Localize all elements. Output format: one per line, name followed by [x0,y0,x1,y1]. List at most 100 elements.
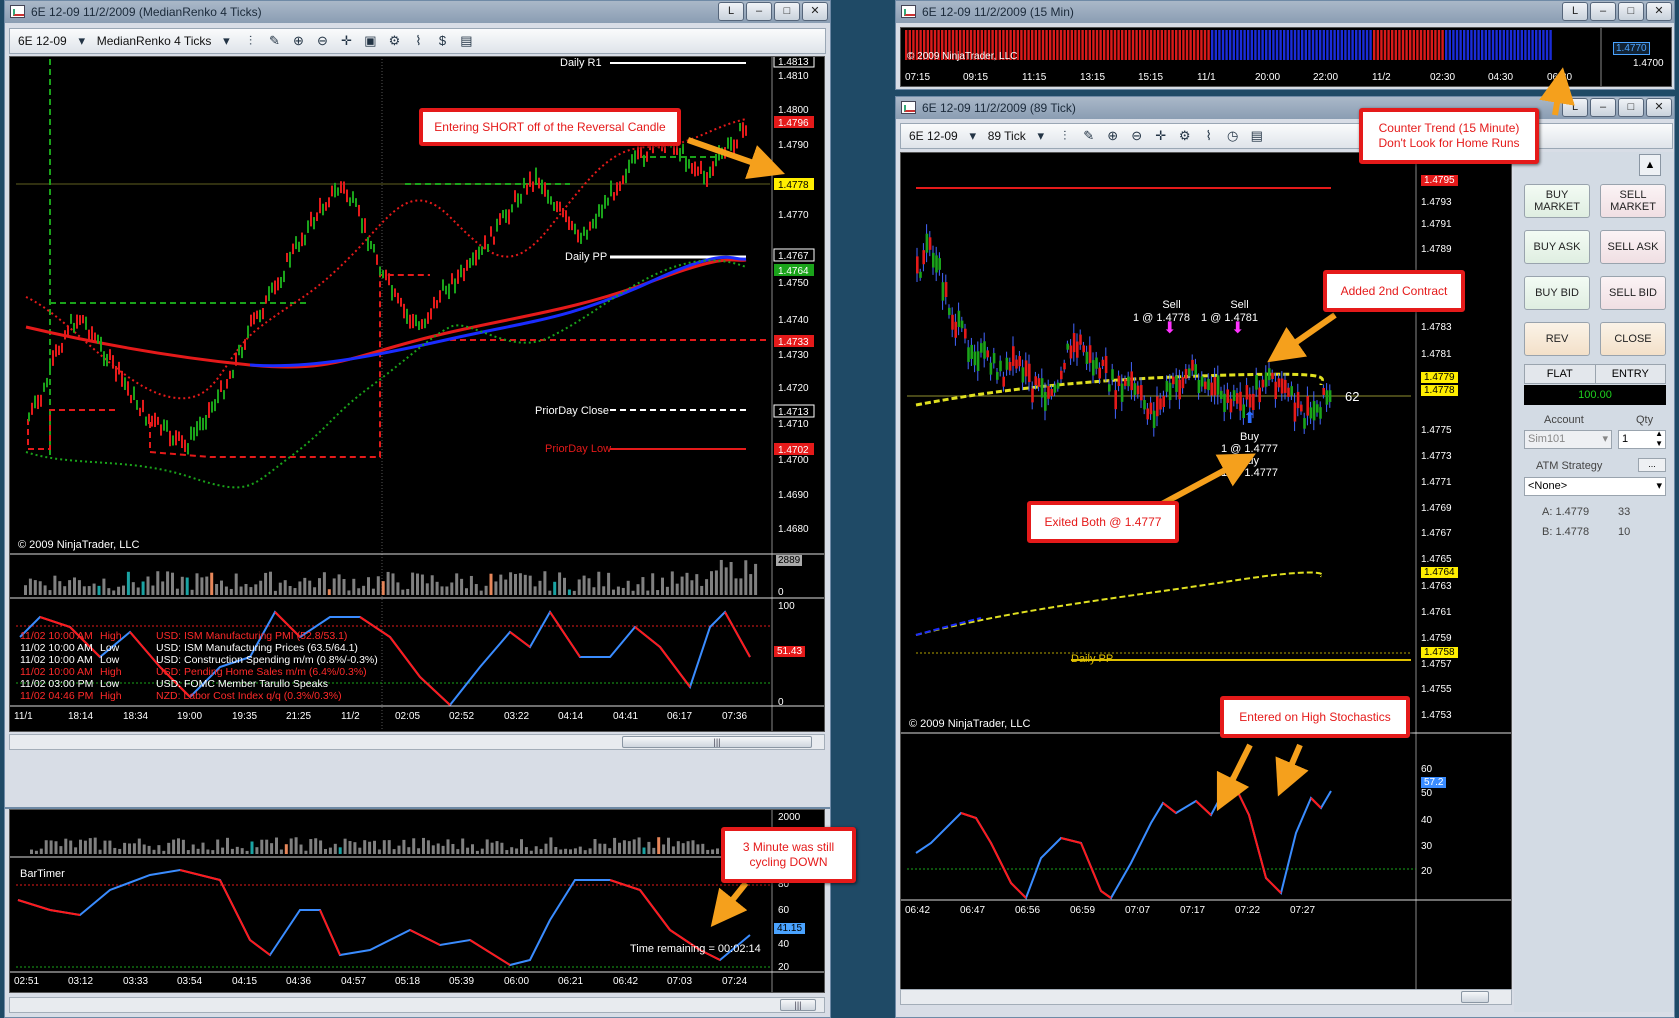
zoom-out-icon[interactable]: ⊖ [1128,127,1146,145]
tick-chart-window[interactable]: 6E 12-09 11/2/2009 (89 Tick) L – □ ✕ 6E … [895,96,1675,1018]
period-selector[interactable]: 89 Tick [988,129,1026,143]
fifteen-minute-chart-window[interactable]: 6E 12-09 11/2/2009 (15 Min) L – □ ✕ © 20… [895,0,1675,90]
tick-candle [1031,388,1034,403]
fifteen-minute-chart[interactable]: © 2009 NinjaTrader, LLC 1.4770 1.4700 07… [900,27,1672,87]
volume-bar [662,844,666,854]
dropdown-icon[interactable]: ▾ [73,32,91,50]
dropdown-icon[interactable]: ▾ [964,127,982,145]
indicators-icon[interactable]: ⌇ [409,32,427,50]
buy-market-button[interactable]: BUY MARKET [1524,184,1590,218]
volume-bar [539,848,543,854]
maximize-button[interactable]: □ [774,2,800,21]
crosshair-icon[interactable]: ✛ [1152,127,1170,145]
renko-candle [625,168,627,184]
three-minute-chart-window[interactable]: 2000 0 BarTimer 80 60 41.15 40 20 Time r… [4,808,831,1018]
properties-icon[interactable]: ▣ [361,32,379,50]
stochastics-chart[interactable]: 2000 0 BarTimer 80 60 41.15 40 20 Time r… [9,809,825,993]
data-box-icon[interactable]: ▤ [457,32,475,50]
osc-40-label: 40 [778,939,790,950]
volume-bar [706,849,710,854]
account-select[interactable]: Sim101 ▾ [1524,430,1612,449]
news-text: USD: Construction Spending m/m (0.8%/-0.… [156,654,378,666]
close-button[interactable]: ✕ [1646,98,1672,117]
window-title-bar[interactable]: 6E 12-09 11/2/2009 (MedianRenko 4 Ticks)… [5,1,830,23]
close-button[interactable]: ✕ [802,2,828,21]
trend-bar [1067,30,1070,60]
trend-bar [1441,30,1444,60]
minimize-button[interactable]: – [746,2,772,21]
scrollbar-thumb[interactable]: ||| [622,736,812,748]
minimize-button[interactable]: – [1590,98,1616,117]
minimize-button[interactable]: – [1590,2,1616,21]
tick-candle [1152,410,1156,428]
strategies-icon[interactable]: ⚙ [1176,127,1194,145]
sell-ask-button[interactable]: SELL ASK [1600,230,1666,264]
dropdown-icon[interactable]: ▾ [1032,127,1050,145]
link-button[interactable]: L [1562,2,1588,21]
buy-ask-button[interactable]: BUY ASK [1524,230,1590,264]
renko-candle [106,353,108,367]
tick-candle [983,341,986,359]
renko-candle [418,321,420,331]
data-box-icon[interactable]: ▤ [1248,127,1266,145]
trend-bar [1301,30,1304,60]
stepper-arrows-icon[interactable]: ▲ ▼ [1655,429,1663,449]
instrument-selector[interactable]: 6E 12-09 [18,34,67,48]
atm-strategy-select[interactable]: <None> ▾ [1524,477,1666,496]
strategies-icon[interactable]: ⚙ [385,32,403,50]
drawing-tool-icon[interactable]: ✎ [265,32,283,50]
maximize-button[interactable]: □ [1618,98,1644,117]
trend-bar [1203,30,1207,60]
tick-candle [1108,384,1111,392]
horizontal-scrollbar[interactable] [900,989,1512,1005]
scrollbar-thumb[interactable] [1461,991,1489,1003]
renko-candle [157,416,159,425]
time-tick-label: 03:12 [68,976,94,987]
buy-bid-button[interactable]: BUY BID [1524,276,1590,310]
zoom-out-icon[interactable]: ⊖ [313,32,331,50]
maximize-button[interactable]: □ [1618,2,1644,21]
horizontal-scrollbar[interactable]: ||| [9,997,825,1013]
sell-market-button[interactable]: SELL MARKET [1600,184,1666,218]
instrument-selector[interactable]: 6E 12-09 [909,129,958,143]
osc-100-label: 100 [778,601,795,612]
renko-price-chart[interactable]: 1.4813 1.4810 1.4800 1.4796 1.4790 1.4778 1.47… [9,56,825,732]
osc-down-segment [469,939,511,966]
crosshair-icon[interactable]: ✛ [337,32,355,50]
bar-type-icon[interactable]: ⫶ [1056,127,1074,145]
atm-settings-button[interactable]: ... [1638,458,1666,472]
clock-icon[interactable]: ◷ [1224,127,1242,145]
tick-candle [1124,379,1127,386]
trend-bar [1283,30,1286,60]
sell-bid-button[interactable]: SELL BID [1600,276,1666,310]
quantity-stepper[interactable]: 1 ▲ ▼ [1618,429,1666,449]
zoom-in-icon[interactable]: ⊕ [289,32,307,50]
volume-bar [402,839,406,854]
link-button[interactable]: L [1562,98,1588,117]
close-button[interactable]: ✕ [1646,2,1672,21]
renko-candle [70,313,72,324]
close-position-button[interactable]: CLOSE [1600,322,1666,356]
horizontal-scrollbar[interactable]: ||| [9,734,825,750]
renko-candle [262,307,264,320]
dropdown-icon[interactable]: ▾ [217,32,235,50]
tick-candle [925,233,929,253]
renko-chart-window[interactable]: 6E 12-09 11/2/2009 (MedianRenko 4 Ticks)… [4,0,831,808]
tick-candle [1181,377,1185,389]
reverse-button[interactable]: REV [1524,322,1590,356]
tick-candle [1037,378,1041,387]
collapse-panel-button[interactable]: ▲ [1639,154,1661,176]
indicators-icon[interactable]: ⌇ [1200,127,1218,145]
renko-candle [577,229,579,243]
link-button[interactable]: L [718,2,744,21]
bar-type-icon[interactable]: ⫶ [241,32,259,50]
window-title-bar[interactable]: 6E 12-09 11/2/2009 (89 Tick) L – □ ✕ [896,97,1674,119]
period-selector[interactable]: MedianRenko 4 Ticks [97,34,212,48]
osc-down-segment [509,631,531,648]
volume-bar [431,845,435,854]
drawing-tool-icon[interactable]: ✎ [1080,127,1098,145]
window-title-bar[interactable]: 6E 12-09 11/2/2009 (15 Min) L – □ ✕ [896,1,1674,23]
zoom-in-icon[interactable]: ⊕ [1104,127,1122,145]
scrollbar-thumb[interactable]: ||| [780,999,816,1011]
currency-icon[interactable]: $ [433,32,451,50]
